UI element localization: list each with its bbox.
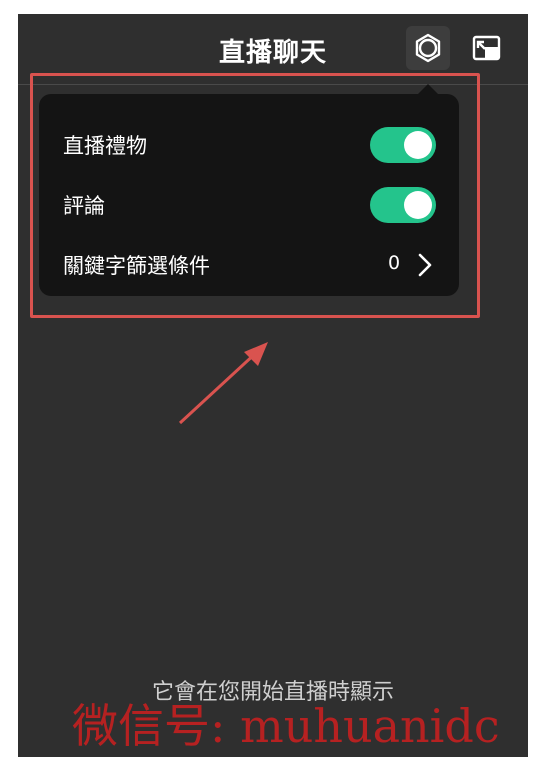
watermark-text: 微信号: muhuanidc [72, 699, 500, 753]
annotation-arrow-icon [178, 342, 268, 425]
